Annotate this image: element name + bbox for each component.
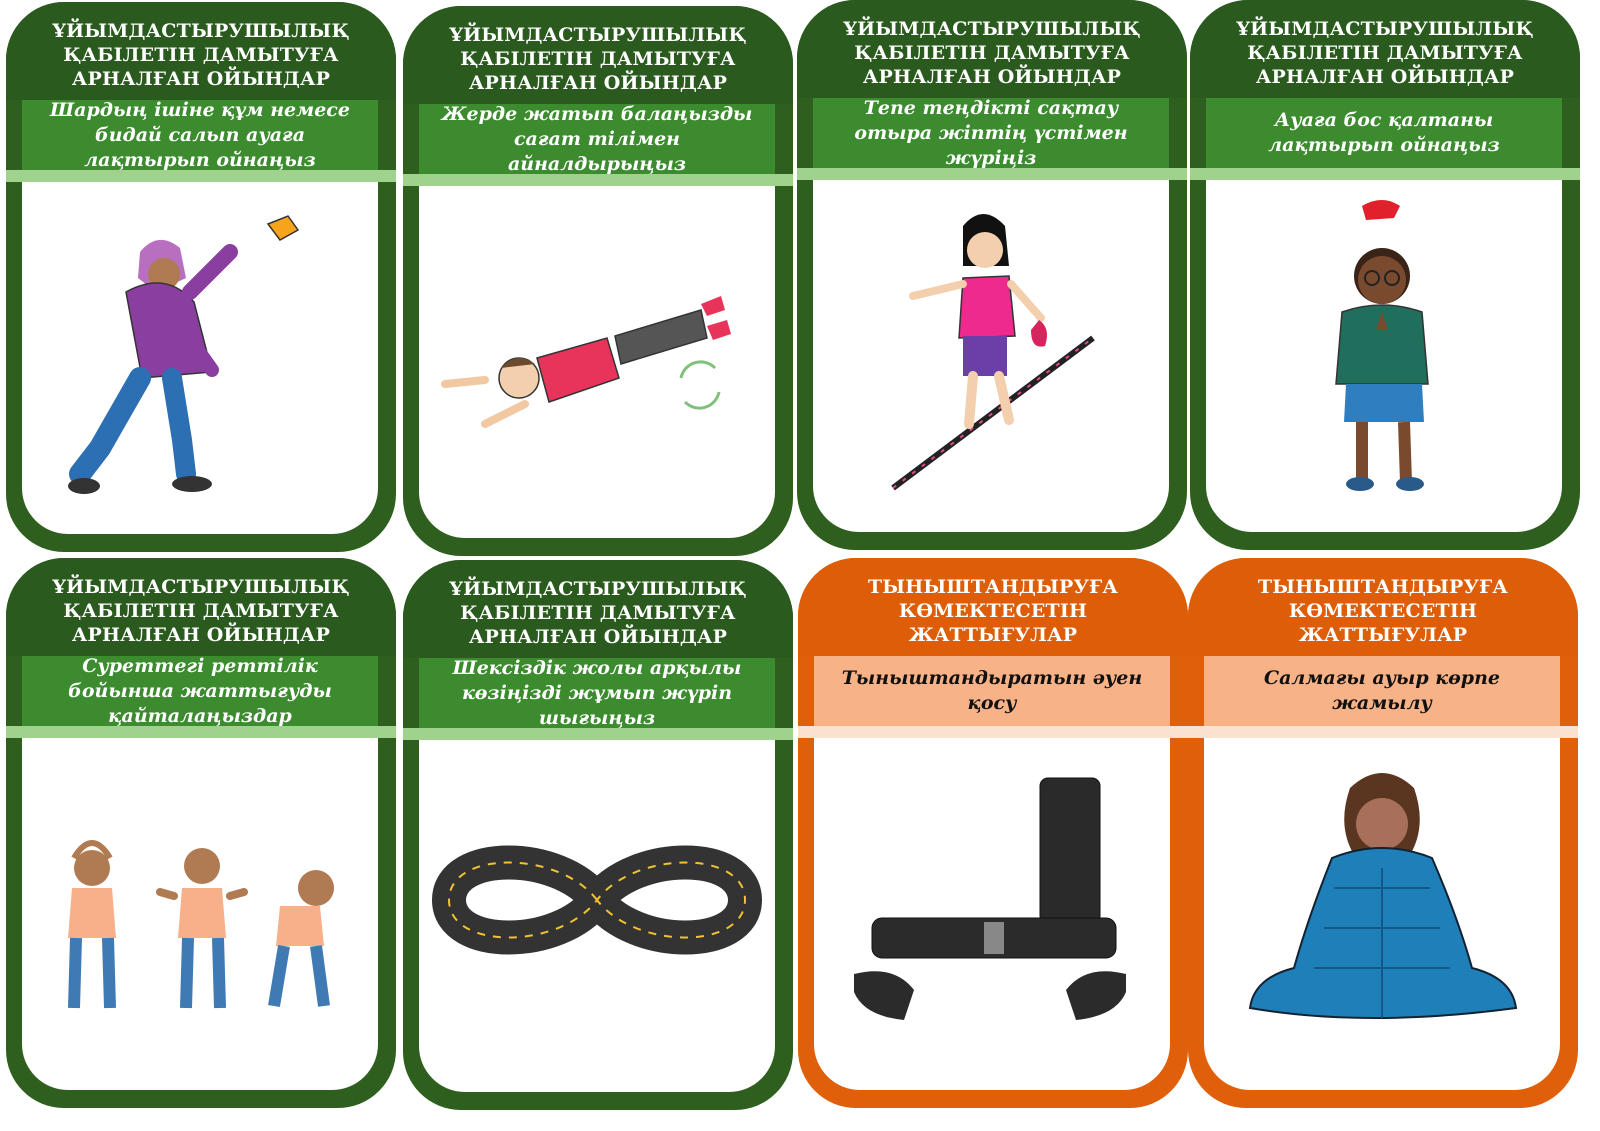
card-illustration-panel bbox=[1206, 180, 1562, 532]
divider-strip bbox=[403, 728, 793, 740]
divider-strip bbox=[6, 726, 396, 738]
card-header: ҰЙЫМДАСТЫРУШЫЛЫҚ ҚАБІЛЕТІН ДАМЫТУҒА АРНА… bbox=[797, 0, 1187, 98]
activity-card: ҰЙЫМДАСТЫРУШЫЛЫҚ ҚАБІЛЕТІН ДАМЫТУҒА АРНА… bbox=[403, 560, 793, 1110]
card-instruction: Жерде жатып балаңызды сағат тілімен айна… bbox=[419, 103, 775, 175]
divider-strip bbox=[797, 168, 1187, 180]
card-header: ҰЙЫМДАСТЫРУШЫЛЫҚ ҚАБІЛЕТІН ДАМЫТУҒА АРНА… bbox=[403, 6, 793, 104]
card-illustration-panel bbox=[22, 182, 378, 534]
card-header: ТЫНЫШТАНДЫРУҒА КӨМЕКТЕСЕТІН ЖАТТЫҒУЛАР bbox=[1188, 558, 1578, 656]
girl-balancing-rope-icon bbox=[891, 214, 1095, 491]
card-header: ТЫНЫШТАНДЫРУҒА КӨМЕКТЕСЕТІН ЖАТТЫҒУЛАР bbox=[798, 558, 1188, 656]
card-header: ҰЙЫМДАСТЫРУШЫЛЫҚ ҚАБІЛЕТІН ДАМЫТУҒА АРНА… bbox=[1190, 0, 1580, 98]
card-illustration-panel bbox=[22, 738, 378, 1090]
exercise-sequence-icon bbox=[68, 840, 334, 1009]
infinity-road-icon bbox=[431, 845, 763, 955]
card-header: ҰЙЫМДАСТЫРУШЫЛЫҚ ҚАБІЛЕТІН ДАМЫТУҒА АРНА… bbox=[6, 558, 396, 656]
card-instruction: Ауаға бос қалтаны лақтырып ойнаңыз bbox=[1206, 98, 1562, 168]
divider-strip bbox=[1190, 168, 1580, 180]
speaker-system-icon bbox=[854, 777, 1126, 1020]
divider-strip bbox=[1188, 726, 1578, 738]
activity-card: ҰЙЫМДАСТЫРУШЫЛЫҚ ҚАБІЛЕТІН ДАМЫТУҒА АРНА… bbox=[403, 6, 793, 556]
divider-strip bbox=[6, 170, 396, 182]
card-instruction: Суреттегі реттілік бойынша жаттығуды қай… bbox=[22, 655, 378, 727]
card-illustration-panel bbox=[1204, 738, 1560, 1090]
card-instruction: Тыныштандыратын әуен қосу bbox=[814, 656, 1170, 726]
child-lying-rotating-icon bbox=[441, 296, 731, 428]
divider-strip bbox=[403, 174, 793, 186]
activity-card: ҰЙЫМДАСТЫРУШЫЛЫҚ ҚАБІЛЕТІН ДАМЫТУҒА АРНА… bbox=[6, 2, 396, 552]
activity-card: ҰЙЫМДАСТЫРУШЫЛЫҚ ҚАБІЛЕТІН ДАМЫТУҒА АРНА… bbox=[6, 558, 396, 1108]
activity-card: ҰЙЫМДАСТЫРУШЫЛЫҚ ҚАБІЛЕТІН ДАМЫТУҒА АРНА… bbox=[1190, 0, 1580, 550]
card-header: ҰЙЫМДАСТЫРУШЫЛЫҚ ҚАБІЛЕТІН ДАМЫТУҒА АРНА… bbox=[6, 2, 396, 100]
card-illustration-panel bbox=[419, 186, 775, 538]
card-illustration-panel bbox=[813, 180, 1169, 532]
child-throwing-beanbag-icon bbox=[68, 215, 300, 494]
card-instruction: Шардың ішіне құм немесе бидай салып ауағ… bbox=[22, 99, 378, 171]
card-instruction: Тепе теңдікті сақтау отыра жіптің үстіме… bbox=[813, 97, 1169, 169]
divider-strip bbox=[798, 726, 1188, 738]
card-header: ҰЙЫМДАСТЫРУШЫЛЫҚ ҚАБІЛЕТІН ДАМЫТУҒА АРНА… bbox=[403, 560, 793, 658]
card-illustration-panel bbox=[419, 740, 775, 1092]
card-instruction: Шексіздік жолы арқылы көзіңізді жұмып жү… bbox=[419, 657, 775, 729]
activity-card: ҰЙЫМДАСТЫРУШЫЛЫҚ ҚАБІЛЕТІН ДАМЫТУҒА АРНА… bbox=[797, 0, 1187, 550]
card-instruction: Салмағы ауыр көрпе жамылу bbox=[1204, 656, 1560, 726]
girl-weighted-blanket-icon bbox=[1248, 773, 1518, 1019]
card-illustration-panel bbox=[814, 738, 1170, 1090]
activity-card: ТЫНЫШТАНДЫРУҒА КӨМЕКТЕСЕТІН ЖАТТЫҒУЛАР С… bbox=[1188, 558, 1578, 1108]
boy-catching-bag-icon bbox=[1335, 200, 1429, 491]
activity-card: ТЫНЫШТАНДЫРУҒА КӨМЕКТЕСЕТІН ЖАТТЫҒУЛАР Т… bbox=[798, 558, 1188, 1108]
